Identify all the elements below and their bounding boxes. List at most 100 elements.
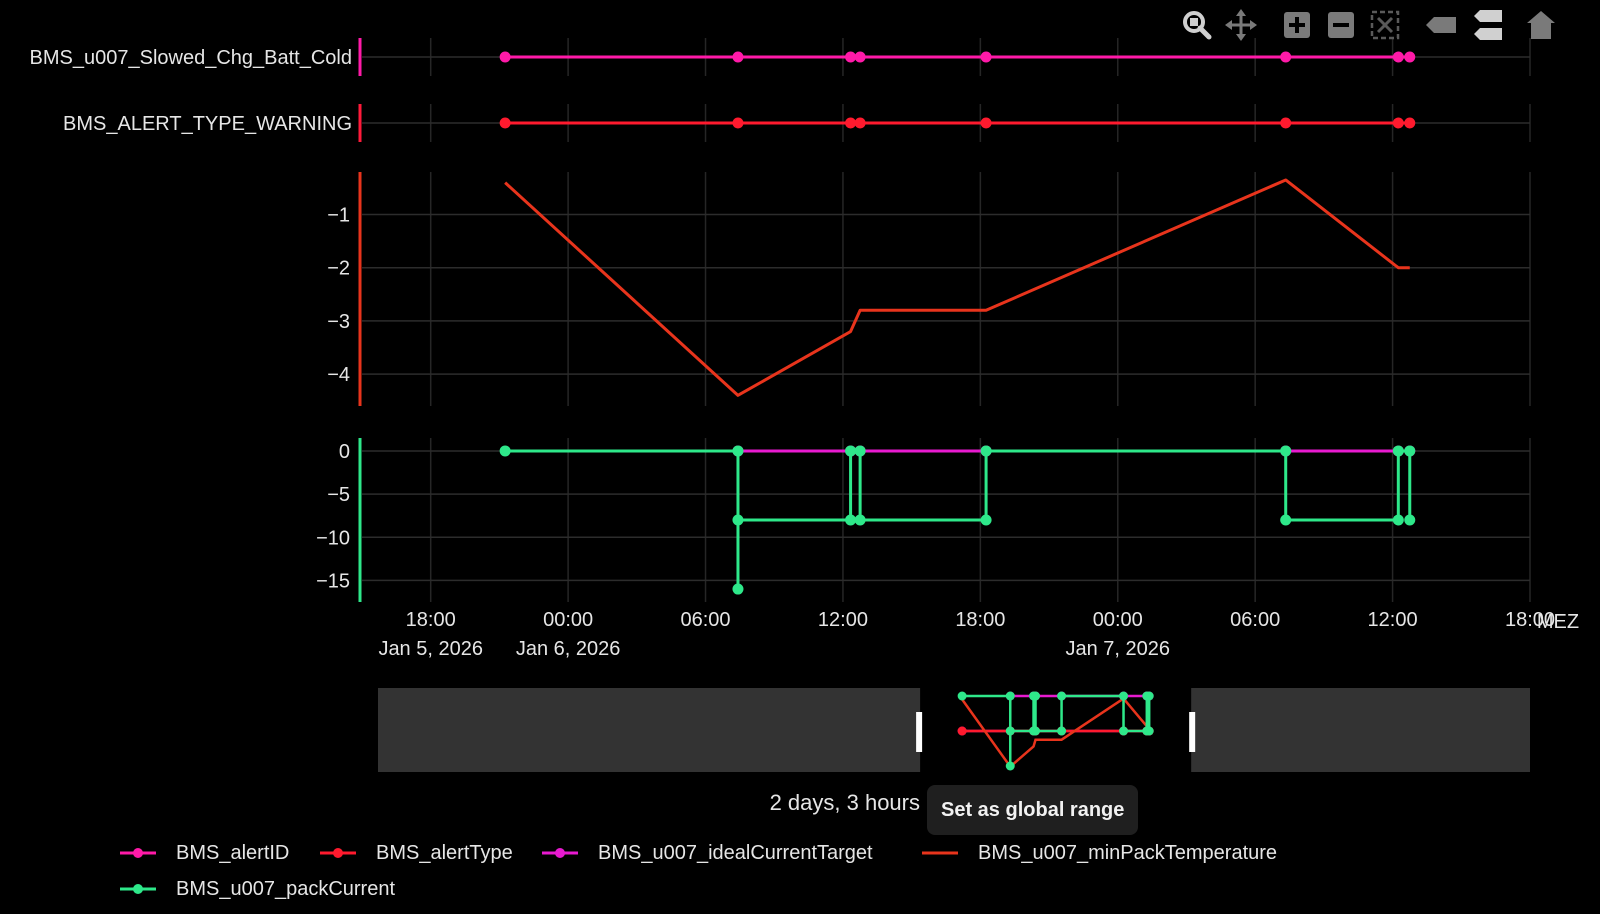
overview-point — [957, 691, 967, 701]
x-tick-label: 06:00 — [680, 609, 730, 631]
x-tick-label: 12:00 — [818, 609, 868, 631]
data-point — [1404, 445, 1416, 457]
data-point — [1280, 51, 1292, 63]
legend-item-ideal-current-target[interactable]: BMS_u007_idealCurrentTarget — [540, 838, 873, 868]
data-point — [854, 117, 866, 129]
y-tick-label: −10 — [316, 527, 350, 549]
zoom-button[interactable] — [1180, 8, 1214, 42]
data-point — [499, 445, 511, 457]
hover-closest-icon — [1426, 17, 1456, 33]
data-point — [854, 514, 866, 526]
x-tick-date-label: Jan 7, 2026 — [1065, 638, 1170, 660]
zoom-in-button[interactable] — [1280, 8, 1314, 42]
legend-item-alert-id[interactable]: BMS_alertID — [118, 838, 289, 868]
legend: BMS_alertID BMS_alertType BMS_u007_ideal… — [118, 838, 1418, 914]
range-shade-right — [1191, 688, 1530, 772]
data-point — [854, 51, 866, 63]
data-point — [854, 445, 866, 457]
x-tick-date-label: Jan 6, 2026 — [516, 638, 621, 660]
range-handle-left — [916, 712, 923, 752]
data-point — [1404, 514, 1416, 526]
reset-axes-icon — [1527, 11, 1555, 39]
legend-label: BMS_u007_packCurrent — [176, 877, 396, 900]
x-tick-label: 00:00 — [1093, 609, 1143, 631]
y-tick-label: −2 — [327, 258, 350, 280]
data-point — [1392, 445, 1404, 457]
legend-label: BMS_u007_minPackTemperature — [978, 841, 1278, 864]
overview-point — [1119, 691, 1129, 701]
pan-icon — [1225, 9, 1257, 41]
hover-compare-icon — [1474, 10, 1502, 40]
series-line — [504, 178, 1410, 397]
overview-point — [1005, 726, 1015, 736]
chart: BMS_u007_Slowed_Chg_Batt_Cold BMS_ALERT_T… — [30, 38, 1579, 772]
data-point — [732, 117, 744, 129]
overview-point — [1057, 691, 1067, 701]
data-point — [980, 117, 992, 129]
data-point — [499, 51, 511, 63]
data-point — [1392, 514, 1404, 526]
range-handle-right — [1189, 712, 1196, 752]
overview-point — [1057, 726, 1067, 736]
legend-swatch — [120, 848, 156, 858]
data-point — [980, 51, 992, 63]
data-point — [1280, 117, 1292, 129]
y-tick-label: −5 — [327, 484, 350, 506]
data-point — [980, 445, 992, 457]
data-point — [1392, 117, 1404, 129]
data-point — [1280, 514, 1292, 526]
data-point — [732, 514, 744, 526]
y-tick-label: −15 — [316, 570, 350, 592]
legend-item-min-pack-temperature[interactable]: BMS_u007_minPackTemperature — [920, 838, 1277, 868]
y-tick-label: −4 — [327, 364, 350, 386]
overview-point — [1031, 691, 1041, 701]
x-tick-label: 18:00 — [406, 609, 456, 631]
data-point — [732, 583, 744, 595]
x-tick-label: 12:00 — [1368, 609, 1418, 631]
autoscale-button[interactable] — [1368, 8, 1402, 42]
data-point — [732, 51, 744, 63]
time-zone-label: MEZ — [1537, 611, 1579, 633]
y-tick-label: 0 — [339, 441, 350, 463]
zoom-in-icon — [1284, 12, 1310, 38]
legend-swatch — [120, 884, 156, 894]
overview-point — [1031, 726, 1041, 736]
zoom-out-button[interactable] — [1324, 8, 1358, 42]
overview-point — [1144, 726, 1154, 736]
category-label: BMS_u007_Slowed_Chg_Batt_Cold — [30, 47, 352, 69]
x-tick-date-label: Jan 5, 2026 — [378, 638, 483, 660]
zoom-out-icon — [1328, 12, 1354, 38]
data-point — [1280, 445, 1292, 457]
x-tick-label: 00:00 — [543, 609, 593, 631]
overview-point — [1119, 726, 1129, 736]
legend-swatch — [320, 848, 356, 858]
overview-point — [1005, 761, 1015, 771]
x-tick-label: 06:00 — [1230, 609, 1280, 631]
range-duration: 2 days, 3 hours — [769, 790, 920, 815]
reset-axes-button[interactable] — [1524, 8, 1558, 42]
legend-swatch — [542, 848, 578, 858]
data-point — [980, 514, 992, 526]
data-point — [1392, 51, 1404, 63]
data-point — [1404, 117, 1416, 129]
overview-point — [957, 726, 967, 736]
zoom-icon — [1183, 11, 1212, 40]
hover-compare-button[interactable] — [1470, 8, 1504, 42]
pan-button[interactable] — [1224, 8, 1258, 42]
y-tick-label: −3 — [327, 311, 350, 333]
category-label: BMS_ALERT_TYPE_WARNING — [63, 113, 352, 135]
set-global-range-button[interactable]: Set as global range — [927, 785, 1139, 835]
legend-swatch — [922, 851, 958, 855]
y-tick-label: −1 — [327, 205, 350, 227]
data-point — [1404, 51, 1416, 63]
legend-label: BMS_u007_idealCurrentTarget — [598, 841, 873, 864]
legend-item-alert-type[interactable]: BMS_alertType — [318, 838, 513, 868]
modebar — [1180, 8, 1600, 42]
legend-label: BMS_alertType — [376, 841, 513, 864]
range-shade-left — [378, 688, 921, 772]
hover-closest-button[interactable] — [1424, 8, 1458, 42]
overview-point — [1005, 691, 1015, 701]
data-point — [499, 117, 511, 129]
data-point — [732, 445, 744, 457]
legend-item-pack-current[interactable]: BMS_u007_packCurrent — [118, 874, 395, 904]
